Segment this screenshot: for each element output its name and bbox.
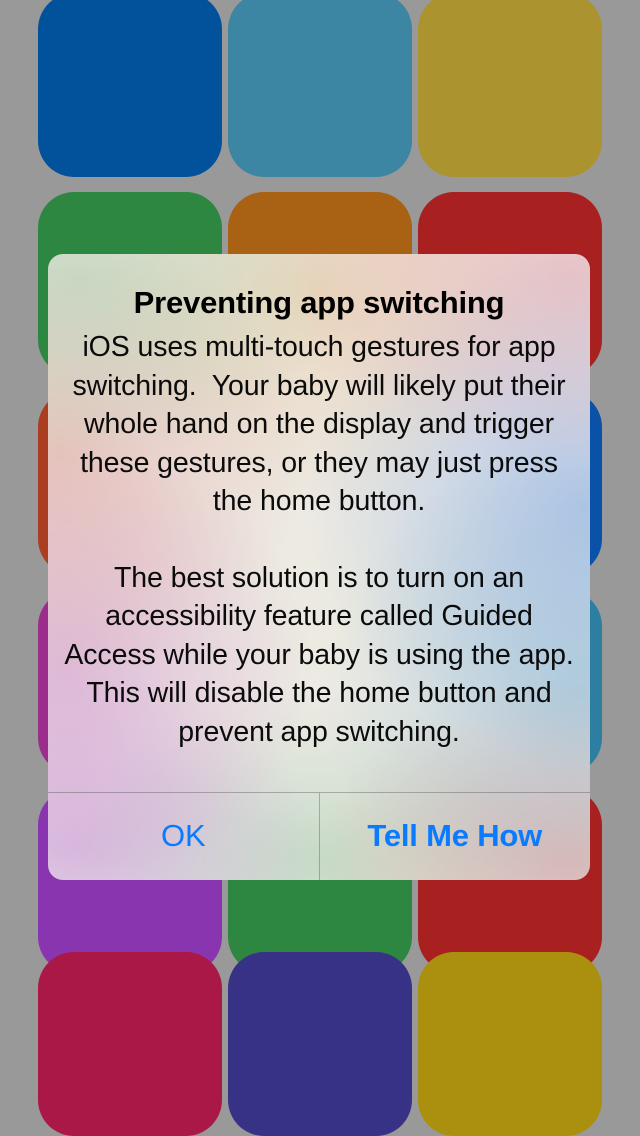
alert-title: Preventing app switching bbox=[133, 285, 505, 320]
alert-body: Preventing app switching iOS uses multi-… bbox=[48, 254, 590, 792]
alert-message-paragraph-2: The best solution is to turn on an acces… bbox=[64, 561, 590, 748]
alert-button-row: OK Tell Me How bbox=[48, 792, 590, 880]
ok-button[interactable]: OK bbox=[48, 793, 319, 880]
app-screen: Preventing app switching iOS uses multi-… bbox=[0, 0, 640, 1136]
tile-r6c3[interactable] bbox=[418, 952, 602, 1136]
tile-r1c3[interactable] bbox=[418, 0, 602, 177]
tile-r1c1[interactable] bbox=[38, 0, 222, 177]
tell-me-how-button[interactable]: Tell Me How bbox=[320, 793, 591, 880]
tile-r6c1[interactable] bbox=[38, 952, 222, 1136]
alert-dialog: Preventing app switching iOS uses multi-… bbox=[48, 254, 590, 880]
tile-r1c2[interactable] bbox=[228, 0, 412, 177]
tile-r6c2[interactable] bbox=[228, 952, 412, 1136]
alert-message-paragraph-1: iOS uses multi-touch gestures for app sw… bbox=[72, 331, 574, 517]
